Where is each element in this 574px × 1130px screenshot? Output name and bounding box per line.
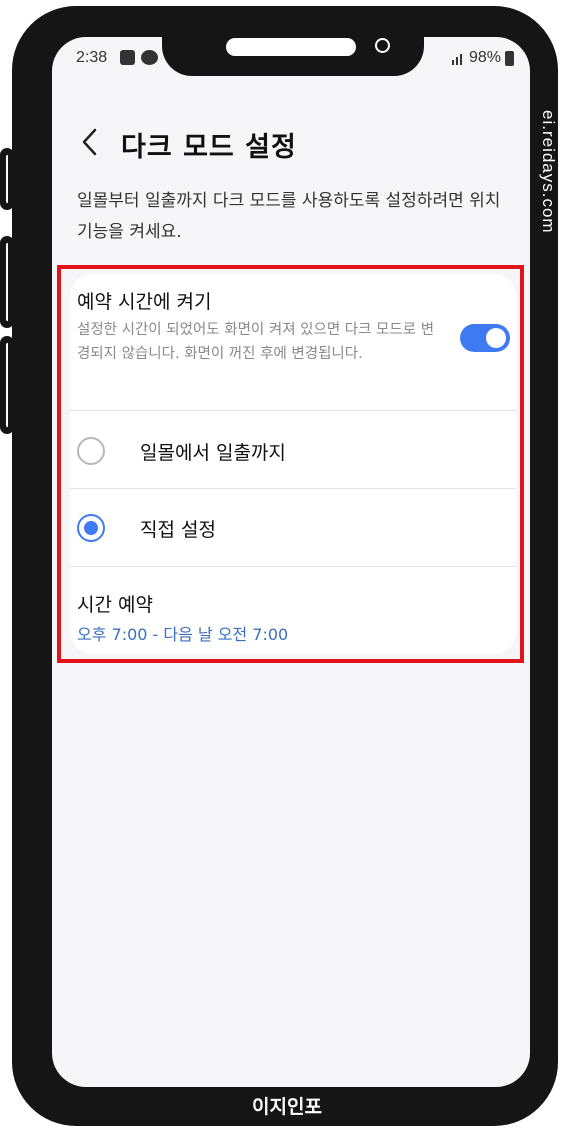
battery-icon [505, 50, 514, 66]
page-title: 다크 모드 설정 [121, 132, 297, 163]
location-description: 일몰부터 일출까지 다크 모드를 사용하도록 설정하려면 위치 기능을 켜세요. [77, 191, 501, 242]
status-right: 98% [451, 49, 514, 67]
highlight-box [57, 265, 524, 663]
talk-icon [141, 50, 158, 65]
speaker-grille [226, 38, 356, 56]
front-camera [375, 38, 390, 53]
volume-down-button [0, 336, 14, 434]
watermark: ei.reidays.com [536, 110, 564, 270]
gallery-icon [120, 50, 135, 65]
chevron-left-icon[interactable] [77, 125, 107, 159]
watermark-text: ei.reidays.com [539, 110, 558, 234]
camera-notch [162, 6, 424, 76]
status-time: 2:38 [76, 49, 108, 66]
side-button [0, 148, 14, 210]
battery-percent: 98% [468, 49, 501, 66]
volume-up-button [0, 236, 14, 328]
signal-icon [451, 54, 462, 65]
status-icons [120, 50, 158, 65]
brand-label: 이지인포 [252, 1096, 322, 1118]
